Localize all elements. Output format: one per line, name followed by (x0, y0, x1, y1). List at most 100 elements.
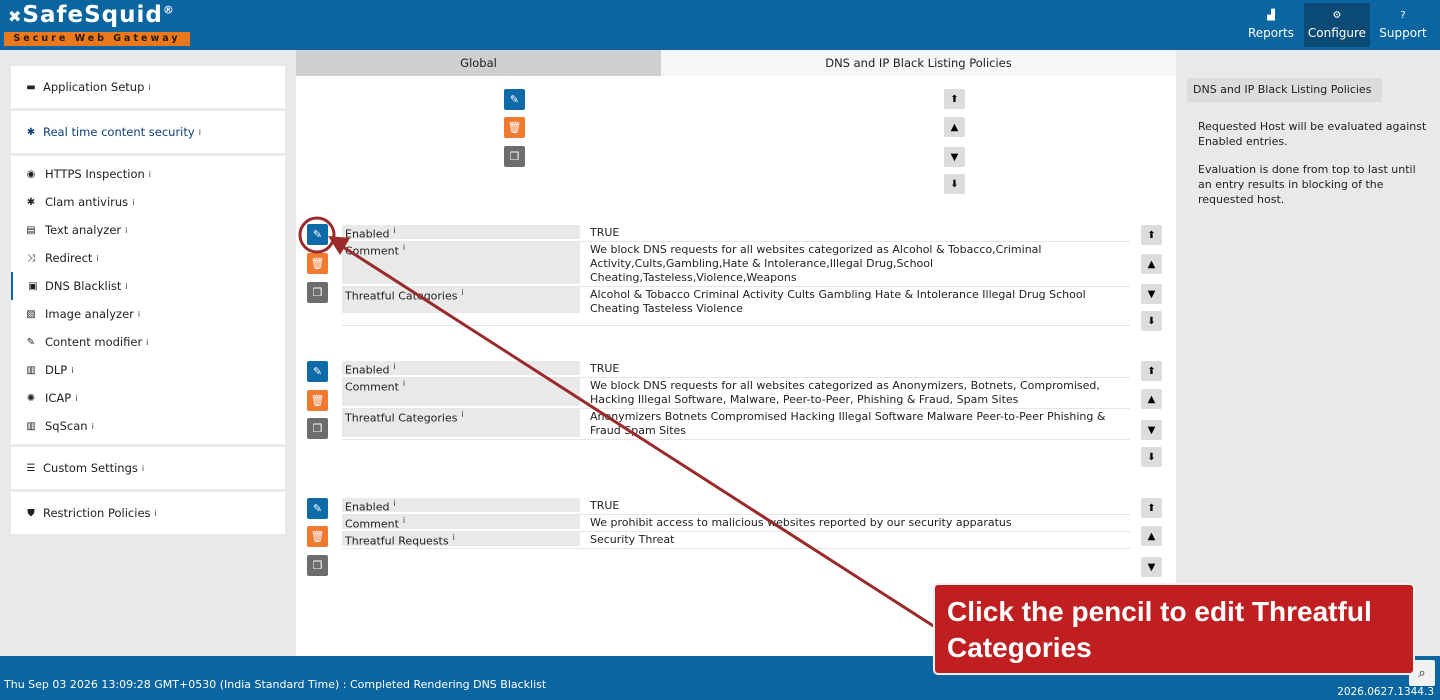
caret-up-icon: ▲ (1147, 530, 1156, 542)
info-icon[interactable]: i (461, 410, 463, 419)
edit-entry-button[interactable]: ✎ (307, 224, 328, 245)
move-bottom-button[interactable]: ⬇ (1141, 311, 1162, 331)
tab-global[interactable]: Global (296, 50, 661, 76)
delete-entry-button[interactable]: 🗑 (307, 526, 328, 547)
info-icon[interactable]: i (403, 516, 405, 525)
eye-icon: ◉ (26, 168, 36, 180)
field-row: Threatful Categories i Alcohol & Tobacco … (342, 287, 1130, 326)
info-icon[interactable]: i (155, 509, 157, 518)
copy-entry-button[interactable]: ❐ (307, 418, 328, 439)
sidebar-item-text-analyzer[interactable]: ▤ Text analyzer i (11, 216, 285, 244)
bug-icon: ✱ (26, 126, 36, 138)
move-top-button[interactable]: ⬆ (944, 89, 965, 109)
copy-entry-button[interactable]: ❐ (307, 555, 328, 576)
move-top-button[interactable]: ⬆ (1141, 225, 1162, 245)
move-top-button[interactable]: ⬆ (1141, 361, 1162, 381)
info-icon[interactable]: i (146, 338, 148, 347)
info-icon[interactable]: i (71, 366, 73, 375)
info-icon[interactable]: i (132, 198, 134, 207)
info-icon[interactable]: i (142, 464, 144, 473)
question-icon: ? (1400, 10, 1406, 21)
info-icon[interactable]: i (75, 394, 77, 403)
support-button[interactable]: ? Support (1370, 3, 1436, 47)
caret-down-icon: ▼ (1147, 561, 1156, 573)
configure-button[interactable]: ⚙ Configure (1304, 3, 1370, 47)
sidebar-item-dlp[interactable]: ▥ DLP i (11, 356, 285, 384)
delete-entry-button[interactable]: 🗑 (307, 390, 328, 411)
move-bottom-button[interactable]: ⬇ (1141, 447, 1162, 467)
reports-button[interactable]: ▟ Reports (1238, 3, 1304, 47)
sidebar-item-sqscan[interactable]: ▥ SqScan i (11, 412, 285, 440)
arrow-circle-up-icon: ⬆ (1147, 229, 1156, 241)
field-value: TRUE (590, 499, 620, 512)
info-icon[interactable]: i (393, 362, 395, 371)
sidebar-item-dns-blacklist[interactable]: ▣ DNS Blacklist i (11, 272, 285, 300)
edit-entry-button[interactable]: ✎ (307, 498, 328, 519)
field-name: Enabled i (342, 498, 580, 514)
sidebar-item-realtime-security[interactable]: ✱ Real time content security i (11, 111, 285, 153)
sidebar-item-content-modifier[interactable]: ✎ Content modifier i (11, 328, 285, 356)
info-icon[interactable]: i (125, 226, 127, 235)
version-label: 2026.0627.1344.3 (1337, 686, 1434, 698)
info-icon[interactable]: i (92, 422, 94, 431)
field-value: We block DNS requests for all websites c… (590, 379, 1100, 406)
move-up-button[interactable]: ▲ (944, 117, 965, 137)
briefcase-icon: ▬ (26, 81, 36, 93)
info-icon[interactable]: i (199, 128, 201, 137)
policy-list: ✎ 🗑 ❐ ⬆ ▲ ▼ ⬇ ✎ 🗑 ❐ Enabled i TRUE Commen… (296, 76, 1176, 656)
move-bottom-button[interactable]: ⬇ (944, 174, 965, 194)
sidebar-item-custom-settings[interactable]: ☰ Custom Settings i (11, 447, 285, 489)
move-down-button[interactable]: ▼ (944, 147, 965, 167)
annotation-callout: Click the pencil to edit Threatful Categ… (933, 583, 1415, 675)
info-icon[interactable]: i (149, 170, 151, 179)
sidebar-item-https-inspection[interactable]: ◉ HTTPS Inspection i (11, 160, 285, 188)
info-icon[interactable]: i (125, 282, 127, 291)
move-down-button[interactable]: ▼ (1141, 284, 1162, 304)
caret-up-icon: ▲ (1147, 393, 1156, 405)
safesquid-logo[interactable]: ✖SafeSquid® Secure Web Gateway (4, 2, 190, 48)
shuffle-icon: ⤨ (27, 252, 35, 264)
sidebar-item-restriction-policies[interactable]: ⛊ Restriction Policies i (11, 492, 285, 534)
sidebar-item-redirect[interactable]: ⤨ Redirect i (11, 244, 285, 272)
field-value: Security Threat (590, 533, 675, 546)
barcode-icon: ▥ (26, 420, 36, 432)
sidebar-item-image-analyzer[interactable]: ▨ Image analyzer i (11, 300, 285, 328)
info-icon[interactable]: i (148, 83, 150, 92)
tab-dns-ip-blacklisting[interactable]: DNS and IP Black Listing Policies (661, 50, 1176, 76)
info-icon[interactable]: i (403, 379, 405, 388)
info-icon[interactable]: i (393, 499, 395, 508)
field-row: Threatful Categories i Anonymizers Botnet… (342, 409, 1130, 440)
delete-entry-button[interactable]: 🗑 (307, 253, 328, 274)
template-copy-button[interactable]: ❐ (504, 146, 525, 167)
field-name: Threatful Requests i (342, 532, 580, 548)
move-top-button[interactable]: ⬆ (1141, 498, 1162, 518)
sidebar-item-application-setup[interactable]: ▬ Application Setup i (11, 66, 285, 108)
pencil-icon: ✎ (509, 93, 520, 106)
template-edit-button[interactable]: ✎ (504, 89, 525, 110)
sidebar-item-icap[interactable]: ✺ ICAP i (11, 384, 285, 412)
move-up-button[interactable]: ▲ (1141, 526, 1162, 546)
move-down-button[interactable]: ▼ (1141, 557, 1162, 577)
info-icon[interactable]: i (453, 533, 455, 542)
dns-icon: ▣ (28, 280, 38, 292)
move-down-button[interactable]: ▼ (1141, 420, 1162, 440)
help-text: Requested Host will be evaluated against… (1198, 120, 1427, 148)
help-text: Evaluation is done from top to last unti… (1198, 163, 1416, 206)
move-up-button[interactable]: ▲ (1141, 254, 1162, 274)
caret-down-icon: ▼ (1147, 424, 1156, 436)
top-bar: ✖SafeSquid® Secure Web Gateway ▟ Reports… (0, 0, 1440, 50)
edit-entry-button[interactable]: ✎ (307, 361, 328, 382)
barcode-icon: ▥ (26, 364, 36, 376)
copy-entry-button[interactable]: ❐ (307, 282, 328, 303)
template-delete-button[interactable]: 🗑 (504, 117, 525, 138)
pencil-icon: ✎ (312, 502, 323, 515)
logo-tagline: Secure Web Gateway (4, 32, 190, 46)
sidebar-item-clam-antivirus[interactable]: ✱ Clam antivirus i (11, 188, 285, 216)
info-icon[interactable]: i (138, 310, 140, 319)
info-icon[interactable]: i (403, 243, 405, 252)
info-icon[interactable]: i (461, 288, 463, 297)
info-icon[interactable]: i (96, 254, 98, 263)
sidebar-submenu: ◉ HTTPS Inspection i ✱ Clam antivirus i ▤ … (11, 156, 285, 444)
move-up-button[interactable]: ▲ (1141, 389, 1162, 409)
info-icon[interactable]: i (393, 226, 395, 235)
